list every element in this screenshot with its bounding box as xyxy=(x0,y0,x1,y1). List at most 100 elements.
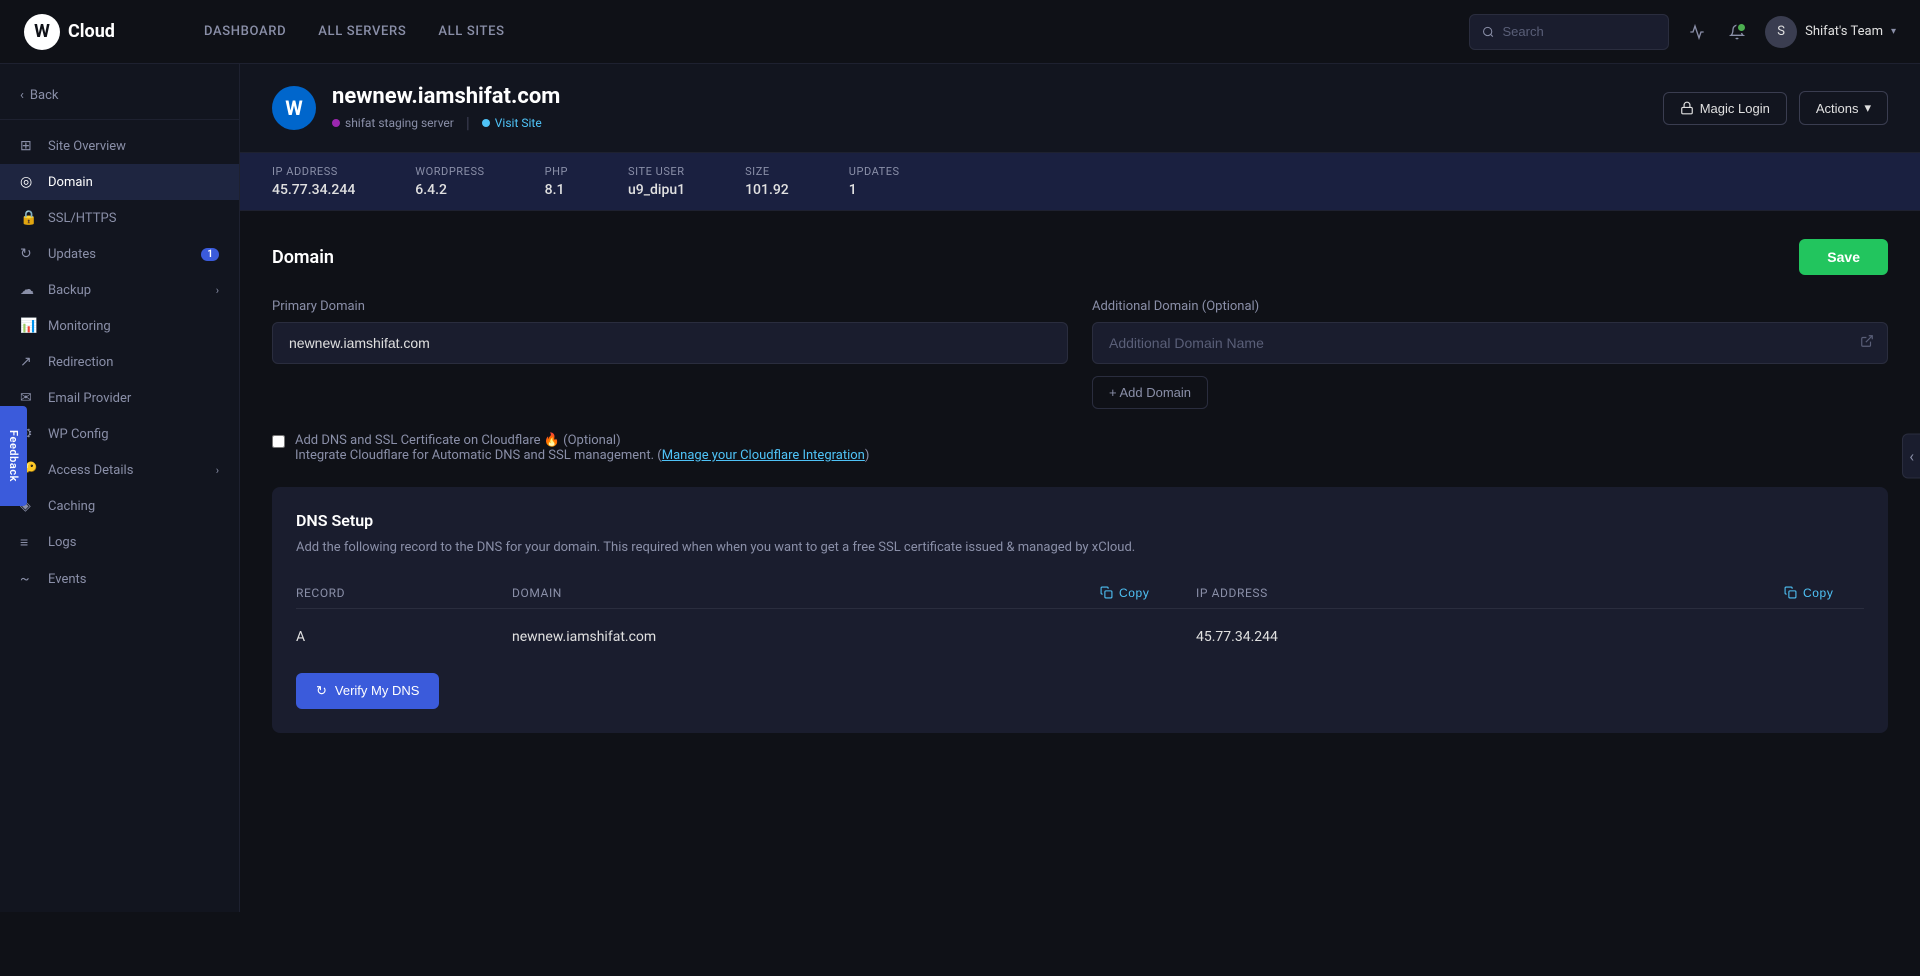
sidebar-item-wp-config[interactable]: ⚙ WP Config xyxy=(0,416,239,452)
add-domain-label: + Add Domain xyxy=(1109,385,1191,400)
cloudflare-text: Add DNS and SSL Certificate on Cloudflar… xyxy=(295,433,869,463)
separator: | xyxy=(466,113,470,132)
dns-ip-value: 45.77.34.244 xyxy=(1196,629,1768,645)
sidebar-item-redirection[interactable]: ↗ Redirection xyxy=(0,344,239,380)
sidebar-item-backup[interactable]: ☁ Backup › xyxy=(0,272,239,308)
domain-icon: ◎ xyxy=(20,174,38,190)
search-input[interactable] xyxy=(1503,24,1657,39)
sidebar-item-events[interactable]: ~ Events xyxy=(0,561,239,597)
visit-site-link[interactable]: Visit Site xyxy=(482,116,542,130)
updates-icon: ↻ xyxy=(20,246,38,262)
add-domain-button[interactable]: + Add Domain xyxy=(1092,376,1208,409)
actions-button[interactable]: Actions ▾ xyxy=(1799,91,1888,125)
primary-domain-group: Primary Domain xyxy=(272,299,1068,409)
external-link-icon[interactable] xyxy=(1860,334,1874,352)
stat-wordpress: WORDPRESS 6.4.2 xyxy=(415,165,484,198)
sidebar-item-label: Logs xyxy=(48,535,219,550)
sidebar-item-site-overview[interactable]: ⊞ Site Overview xyxy=(0,128,239,164)
search-box[interactable] xyxy=(1469,14,1669,50)
bell-icon xyxy=(1729,24,1745,40)
dns-description: Add the following record to the DNS for … xyxy=(296,538,1864,558)
verify-dns-button[interactable]: ↻ Verify My DNS xyxy=(296,673,439,709)
cloudflare-sub-text: Integrate Cloudflare for Automatic DNS a… xyxy=(295,448,662,463)
stat-php: PHP 8.1 xyxy=(545,165,568,198)
notification-btn[interactable] xyxy=(1725,20,1749,44)
site-user-label: SITE USER xyxy=(628,165,685,178)
domain-header: Domain Save xyxy=(272,239,1888,275)
stat-size: SIZE 101.92 xyxy=(745,165,789,198)
nav-link-dashboard[interactable]: DASHBOARD xyxy=(204,24,286,39)
dns-ip-copy-button[interactable]: Copy xyxy=(1784,586,1864,600)
sidebar-item-ssl-https[interactable]: 🔒 SSL/HTTPS xyxy=(0,200,239,236)
size-value: 101.92 xyxy=(745,182,789,198)
sidebar-item-updates[interactable]: ↻ Updates 1 xyxy=(0,236,239,272)
user-name: Shifat's Team xyxy=(1805,24,1883,39)
site-meta: shifat staging server | Visit Site xyxy=(332,113,560,132)
search-icon xyxy=(1482,25,1494,39)
panel-collapse-icon: ‹ xyxy=(1909,447,1914,466)
sidebar-item-caching[interactable]: ◈ Caching xyxy=(0,488,239,524)
dns-table-header: Record Domain Copy IP Address Copy xyxy=(296,578,1864,609)
app-body: ‹ Back ⊞ Site Overview ◎ Domain 🔒 SSL/HT… xyxy=(0,64,1920,912)
site-header: W newnew.iamshifat.com shifat staging se… xyxy=(240,64,1920,153)
sidebar-item-label: WP Config xyxy=(48,427,219,442)
sidebar-item-email-provider[interactable]: ✉ Email Provider xyxy=(0,380,239,416)
dns-col-ip: IP Address xyxy=(1196,586,1768,600)
copy-icon xyxy=(1784,586,1797,599)
sidebar-item-label: Domain xyxy=(48,175,219,190)
avatar-img: S xyxy=(1765,16,1797,48)
nav-right: S Shifat's Team ▾ xyxy=(1469,14,1896,50)
access-arrow-icon: › xyxy=(216,464,219,477)
dns-domain-value: newnew.iamshifat.com xyxy=(512,629,1084,645)
cloudflare-checkbox[interactable] xyxy=(272,435,285,448)
primary-domain-label: Primary Domain xyxy=(272,299,1068,314)
php-label: PHP xyxy=(545,165,568,178)
cloudflare-label: Add DNS and SSL Certificate on Cloudflar… xyxy=(295,433,621,448)
main-content: W newnew.iamshifat.com shifat staging se… xyxy=(240,64,1920,912)
right-panel-toggle[interactable]: ‹ xyxy=(1902,434,1920,479)
logs-icon: ≡ xyxy=(20,534,38,551)
feedback-label: Feedback xyxy=(7,430,20,482)
sidebar-item-access-details[interactable]: 🔑 Access Details › xyxy=(0,452,239,488)
php-value: 8.1 xyxy=(545,182,568,198)
dns-title: DNS Setup xyxy=(296,511,1864,530)
user-avatar[interactable]: S Shifat's Team ▾ xyxy=(1765,16,1896,48)
updates-value: 1 xyxy=(849,182,900,198)
dns-table-row: A newnew.iamshifat.com 45.77.34.244 xyxy=(296,621,1864,653)
magic-login-button[interactable]: Magic Login xyxy=(1663,92,1787,125)
backup-icon: ☁ xyxy=(20,282,38,298)
sidebar-item-domain[interactable]: ◎ Domain xyxy=(0,164,239,200)
nav-link-all-sites[interactable]: ALL SITES xyxy=(438,24,504,39)
activity-icon xyxy=(1689,24,1705,40)
wordpress-label: WORDPRESS xyxy=(415,165,484,178)
additional-domain-input[interactable] xyxy=(1092,322,1888,364)
top-navigation: W Cloud DASHBOARD ALL SERVERS ALL SITES … xyxy=(0,0,1920,64)
stat-site-user: SITE USER u9_dipu1 xyxy=(628,165,685,198)
dns-col-record: Record xyxy=(296,586,496,600)
sidebar-item-label: Redirection xyxy=(48,355,219,370)
site-info: newnew.iamshifat.com shifat staging serv… xyxy=(332,84,560,132)
primary-domain-input[interactable] xyxy=(272,322,1068,364)
stat-updates: UPDATES 1 xyxy=(849,165,900,198)
sidebar-item-label: Monitoring xyxy=(48,319,219,334)
sidebar-back-button[interactable]: ‹ Back xyxy=(0,80,239,120)
copy-icon xyxy=(1100,586,1113,599)
additional-domain-input-wrapper xyxy=(1092,322,1888,364)
activity-icon-btn[interactable] xyxy=(1685,20,1709,44)
stat-ip-address: IP ADDRESS 45.77.34.244 xyxy=(272,165,355,198)
sidebar-item-label: SSL/HTTPS xyxy=(48,211,219,226)
sidebar-item-logs[interactable]: ≡ Logs xyxy=(0,524,239,561)
nav-link-all-servers[interactable]: ALL SERVERS xyxy=(318,24,406,39)
cloudflare-integration-link[interactable]: Manage your Cloudflare Integration xyxy=(662,448,865,463)
dns-col-domain: Domain xyxy=(512,586,1084,600)
sidebar-item-monitoring[interactable]: 📊 Monitoring xyxy=(0,308,239,344)
dns-record-type: A xyxy=(296,629,496,645)
server-label: shifat staging server xyxy=(345,116,454,130)
dns-domain-copy-button[interactable]: Copy xyxy=(1100,586,1180,600)
save-button[interactable]: Save xyxy=(1799,239,1888,275)
feedback-tab[interactable]: Feedback xyxy=(0,406,27,506)
additional-domain-label: Additional Domain (Optional) xyxy=(1092,299,1888,314)
sidebar-item-label: Events xyxy=(48,572,219,587)
chevron-down-icon: ▾ xyxy=(1891,26,1896,37)
visit-dot-icon xyxy=(482,119,490,127)
